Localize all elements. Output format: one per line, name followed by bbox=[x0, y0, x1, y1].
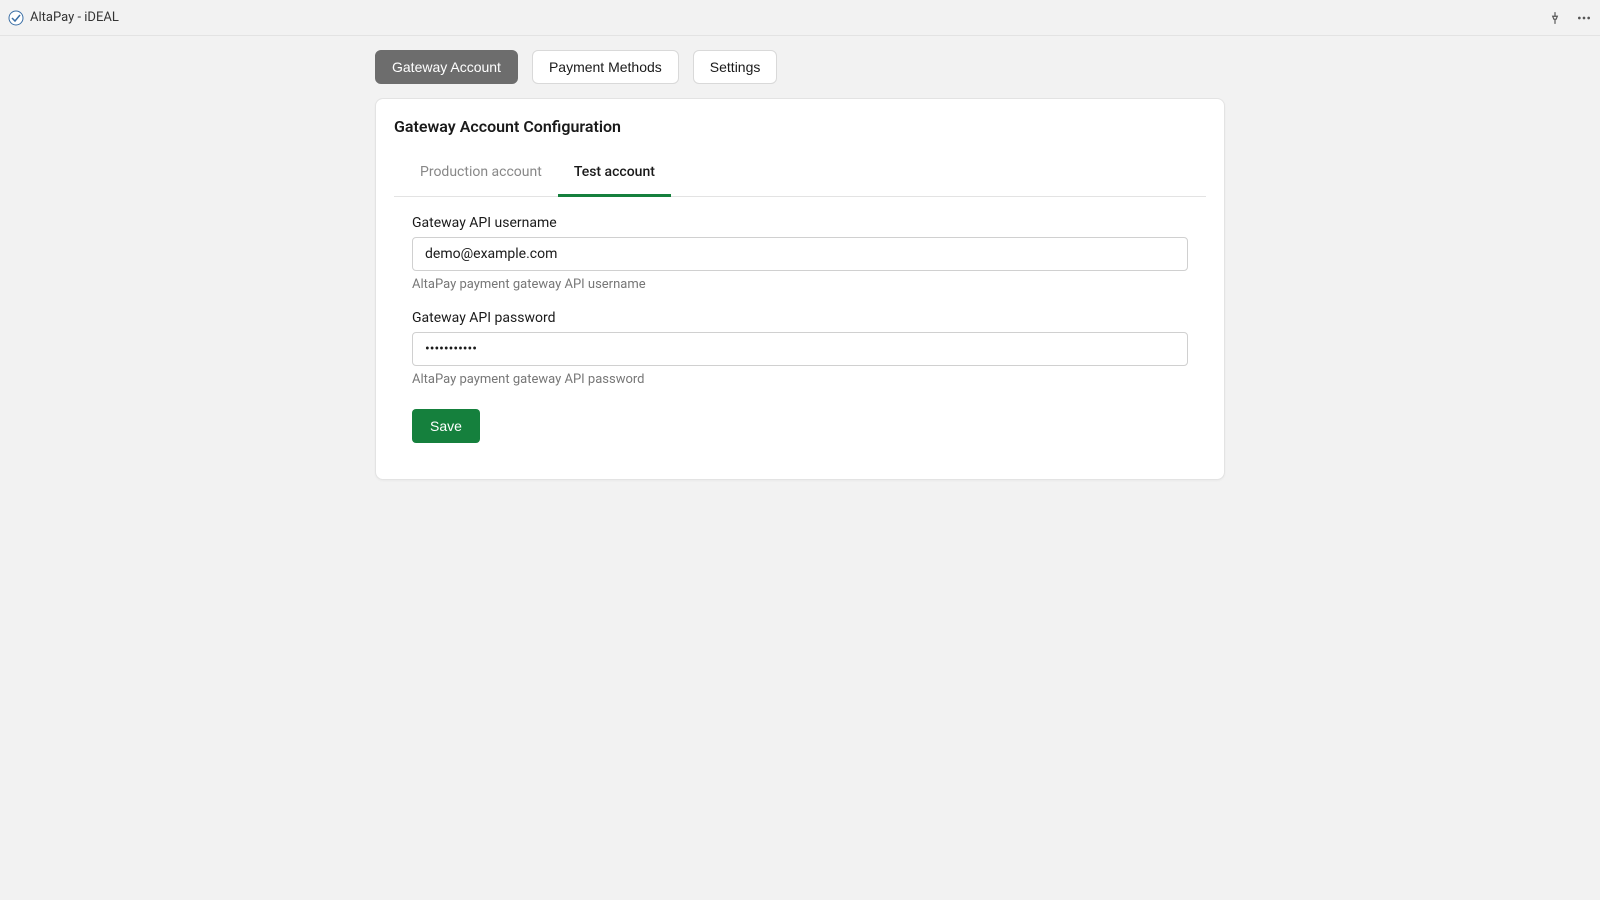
nav-settings[interactable]: Settings bbox=[693, 50, 778, 84]
save-button[interactable]: Save bbox=[412, 409, 480, 443]
subtab-production[interactable]: Production account bbox=[404, 154, 558, 197]
username-help: AltaPay payment gateway API username bbox=[412, 277, 1188, 292]
nav-payment-methods[interactable]: Payment Methods bbox=[532, 50, 679, 84]
header-bar: AltaPay - iDEAL bbox=[0, 0, 1600, 36]
card-title: Gateway Account Configuration bbox=[394, 117, 1206, 136]
app-logo-icon bbox=[8, 10, 24, 26]
form-group-username: Gateway API username AltaPay payment gat… bbox=[412, 215, 1188, 292]
more-horizontal-icon[interactable] bbox=[1576, 10, 1592, 26]
nav-pills: Gateway Account Payment Methods Settings bbox=[375, 50, 1225, 84]
header-right bbox=[1548, 10, 1592, 26]
content-wrapper: Gateway Account Payment Methods Settings… bbox=[0, 36, 1600, 480]
password-help: AltaPay payment gateway API password bbox=[412, 372, 1188, 387]
nav-gateway-account[interactable]: Gateway Account bbox=[375, 50, 518, 84]
app-title: AltaPay - iDEAL bbox=[30, 10, 119, 25]
username-label: Gateway API username bbox=[412, 215, 1188, 231]
subtab-row: Production account Test account bbox=[394, 154, 1206, 197]
username-input[interactable] bbox=[412, 237, 1188, 271]
form-group-password: Gateway API password AltaPay payment gat… bbox=[412, 310, 1188, 387]
subtab-test[interactable]: Test account bbox=[558, 154, 671, 197]
password-label: Gateway API password bbox=[412, 310, 1188, 326]
pin-icon[interactable] bbox=[1548, 11, 1562, 25]
config-card: Gateway Account Configuration Production… bbox=[375, 98, 1225, 480]
header-left: AltaPay - iDEAL bbox=[8, 10, 119, 26]
password-input[interactable] bbox=[412, 332, 1188, 366]
form-section: Gateway API username AltaPay payment gat… bbox=[394, 215, 1206, 443]
content: Gateway Account Payment Methods Settings… bbox=[375, 50, 1225, 480]
